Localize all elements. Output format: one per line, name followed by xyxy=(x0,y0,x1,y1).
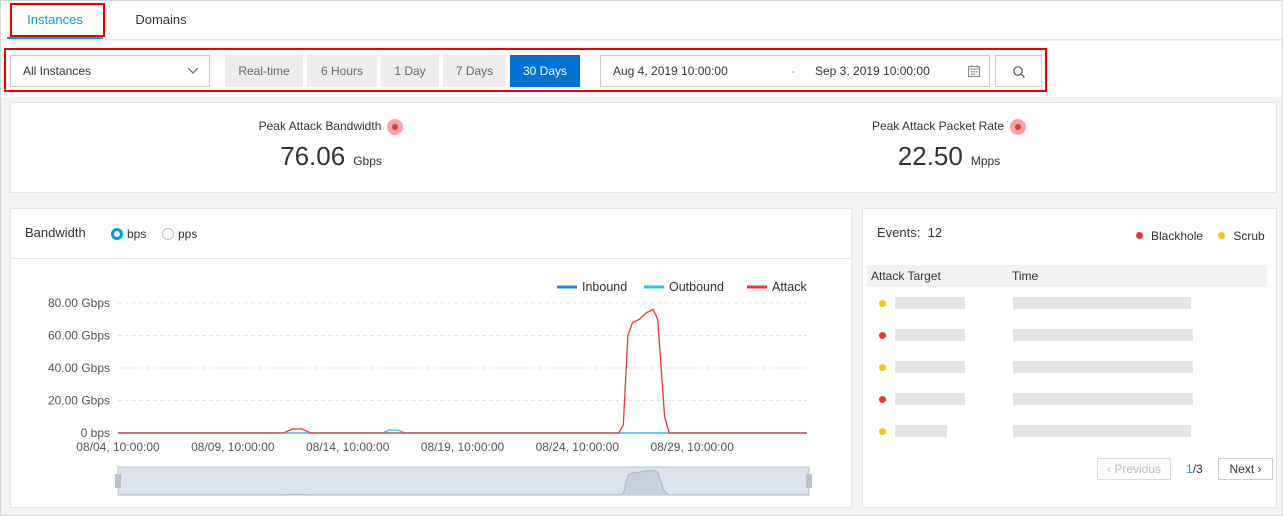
events-table-header: Attack Target Time xyxy=(867,265,1267,287)
col-attack-target: Attack Target xyxy=(871,269,941,283)
range-6hours-button[interactable]: 6 Hours xyxy=(307,55,377,87)
redacted-time xyxy=(1013,329,1193,341)
prev-page-button[interactable]: ‹ Previous xyxy=(1097,458,1171,480)
stat-packet-value: 22.50 xyxy=(897,141,963,171)
radio-bps[interactable]: bps xyxy=(111,227,146,241)
scrub-dot-icon xyxy=(1218,232,1226,239)
prev-label: Previous xyxy=(1114,462,1162,476)
total-pages: /3 xyxy=(1192,462,1203,476)
stat-peak-packet-rate: Peak Attack Packet Rate 22.50 Mpps xyxy=(799,119,1099,172)
series-line-attack xyxy=(118,308,807,434)
tab-instances[interactable]: Instances xyxy=(7,1,103,39)
x-tick-label: 08/19, 10:00:00 xyxy=(421,440,505,454)
radio-pps[interactable]: pps xyxy=(162,227,197,241)
zoom-handle-left xyxy=(115,474,121,488)
events-count: 12 xyxy=(927,225,943,240)
next-page-button[interactable]: Next › xyxy=(1218,458,1273,480)
alert-dot-icon xyxy=(387,119,404,135)
table-row[interactable] xyxy=(867,320,1267,352)
redacted-target xyxy=(895,297,965,309)
current-page: 1 xyxy=(1186,462,1193,476)
instance-select[interactable]: All Instances xyxy=(10,55,210,87)
alert-dot-icon xyxy=(1010,119,1027,135)
x-tick-label: 08/29, 10:00:00 xyxy=(650,440,734,454)
stat-packet-unit: Mpps xyxy=(970,154,1001,168)
redacted-target xyxy=(895,329,965,341)
legend-scrub: Scrub xyxy=(1233,229,1265,243)
radio-unchecked-icon xyxy=(162,228,174,240)
date-range-picker[interactable]: Aug 4, 2019 10:00:00 - Sep 3, 2019 10:00… xyxy=(600,55,990,87)
table-row[interactable] xyxy=(867,352,1267,384)
zoom-handle-right xyxy=(806,474,812,488)
legend-blackhole: Blackhole xyxy=(1151,229,1204,243)
table-row[interactable] xyxy=(867,288,1267,320)
events-title: Events: 12 xyxy=(877,225,942,240)
events-legend: Blackhole Scrub xyxy=(1136,229,1265,243)
table-row[interactable] xyxy=(867,384,1267,416)
redacted-time xyxy=(1013,425,1191,437)
zoom-slider xyxy=(117,466,810,496)
y-tick-label: 0 bps xyxy=(81,426,110,440)
blackhole-dot-icon xyxy=(879,332,886,339)
divider xyxy=(11,258,851,259)
search-icon xyxy=(1013,66,1025,78)
redacted-time xyxy=(1013,297,1191,309)
stat-bandwidth-unit: Gbps xyxy=(353,154,382,168)
range-30days-button[interactable]: 30 Days xyxy=(510,55,580,87)
blackhole-dot-icon xyxy=(879,396,886,403)
bandwidth-title: Bandwidth xyxy=(25,225,86,240)
scrub-dot-icon xyxy=(879,300,886,307)
date-start: Aug 4, 2019 10:00:00 xyxy=(613,64,728,78)
x-tick-label: 08/24, 10:00:00 xyxy=(536,440,620,454)
stat-peak-bandwidth: Peak Attack Bandwidth 76.06 Gbps xyxy=(181,119,481,172)
next-label: Next xyxy=(1229,462,1255,476)
x-tick-label: 08/09, 10:00:00 xyxy=(191,440,275,454)
stat-packet-label: Peak Attack Packet Rate xyxy=(871,119,1005,134)
stats-card: Peak Attack Bandwidth 76.06 Gbps Peak Att… xyxy=(10,102,1277,193)
stat-bandwidth-value: 76.06 xyxy=(280,141,346,171)
filter-bar: All Instances Real-time 6 Hours 1 Day 7 … xyxy=(1,41,1282,97)
stat-bandwidth-label: Peak Attack Bandwidth xyxy=(258,119,382,134)
y-tick-label: 80.00 Gbps xyxy=(48,296,110,310)
date-end: Sep 3, 2019 10:00:00 xyxy=(815,64,930,78)
range-1day-button[interactable]: 1 Day xyxy=(381,55,439,87)
instance-select-value: All Instances xyxy=(23,64,92,78)
y-tick-label: 40.00 Gbps xyxy=(48,361,110,375)
range-7days-button[interactable]: 7 Days xyxy=(443,55,506,87)
redacted-target xyxy=(895,361,965,373)
blackhole-dot-icon xyxy=(1136,232,1143,239)
scrub-dot-icon xyxy=(879,428,886,435)
y-tick-label: 60.00 Gbps xyxy=(48,329,110,343)
redacted-target xyxy=(895,425,947,437)
range-realtime-button[interactable]: Real-time xyxy=(225,55,303,87)
chevron-down-icon xyxy=(187,67,199,74)
table-row[interactable] xyxy=(867,416,1267,448)
x-tick-label: 08/14, 10:00:00 xyxy=(306,440,390,454)
events-title-label: Events: xyxy=(877,225,921,240)
col-time: Time xyxy=(1012,269,1039,283)
redacted-target xyxy=(895,393,965,405)
radio-bps-label: bps xyxy=(127,227,147,241)
legend-label: Outbound xyxy=(669,280,724,294)
redacted-time xyxy=(1013,361,1193,373)
date-separator: - xyxy=(791,64,795,78)
legend-label: Attack xyxy=(772,280,807,294)
calendar-icon xyxy=(968,65,980,77)
legend-label: Inbound xyxy=(582,280,627,294)
tab-domains[interactable]: Domains xyxy=(121,1,201,39)
x-tick-label: 08/04, 10:00:00 xyxy=(76,440,160,454)
search-button[interactable] xyxy=(995,55,1042,87)
y-tick-label: 20.00 Gbps xyxy=(48,394,110,408)
redacted-time xyxy=(1013,393,1193,405)
page-indicator: 1/3 xyxy=(1186,462,1203,476)
scrub-dot-icon xyxy=(879,364,886,371)
tab-bar: Instances Domains xyxy=(1,1,1282,40)
bandwidth-chart: 0 bps 20.00 Gbps 40.00 Gbps 60.00 Gbps 80.00… xyxy=(48,280,812,496)
radio-pps-label: pps xyxy=(178,227,198,241)
radio-checked-icon xyxy=(111,228,123,240)
